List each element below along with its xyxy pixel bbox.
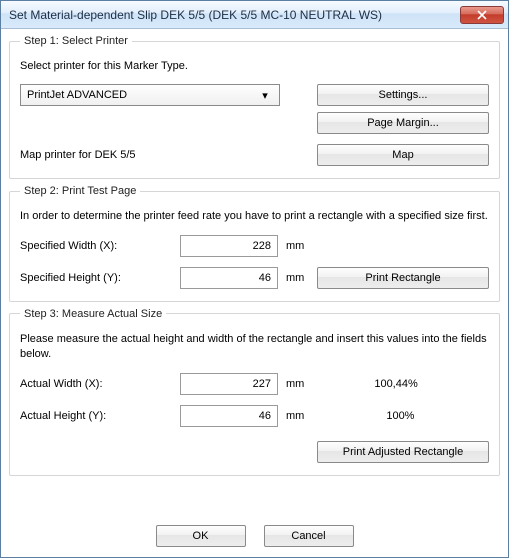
window-title: Set Material-dependent Slip DEK 5/5 (DEK…: [9, 8, 460, 22]
printer-select-value: PrintJet ADVANCED: [27, 89, 257, 101]
unit-label: mm: [286, 410, 304, 422]
close-icon: [477, 10, 487, 20]
unit-label: mm: [286, 240, 304, 252]
spec-height-label: Specified Height (Y):: [20, 272, 180, 284]
step3-legend: Step 3: Measure Actual Size: [20, 308, 166, 320]
print-adjusted-rectangle-button[interactable]: Print Adjusted Rectangle: [317, 441, 489, 463]
spec-width-label: Specified Width (X):: [20, 240, 180, 252]
step2-instruction: In order to determine the printer feed r…: [20, 209, 489, 224]
spec-width-input[interactable]: [180, 235, 278, 257]
print-rectangle-button[interactable]: Print Rectangle: [317, 267, 489, 289]
map-button[interactable]: Map: [317, 144, 489, 166]
step1-legend: Step 1: Select Printer: [20, 35, 132, 47]
step1-instruction: Select printer for this Marker Type.: [20, 59, 489, 74]
actual-width-percent: 100,44%: [374, 378, 417, 390]
actual-width-input[interactable]: [180, 373, 278, 395]
actual-height-percent: 100%: [386, 410, 414, 422]
step3-instruction: Please measure the actual height and wid…: [20, 332, 489, 363]
actual-height-label: Actual Height (Y):: [20, 410, 180, 422]
printer-select[interactable]: PrintJet ADVANCED ▾: [20, 84, 280, 106]
actual-width-label: Actual Width (X):: [20, 378, 180, 390]
step2-frame: Step 2: Print Test Page In order to dete…: [9, 185, 500, 301]
step2-legend: Step 2: Print Test Page: [20, 185, 140, 197]
dialog-body: Step 1: Select Printer Select printer fo…: [1, 29, 508, 517]
unit-label: mm: [286, 272, 304, 284]
chevron-down-icon: ▾: [257, 89, 273, 102]
actual-height-input[interactable]: [180, 405, 278, 427]
page-margin-button[interactable]: Page Margin...: [317, 112, 489, 134]
map-printer-label: Map printer for DEK 5/5: [20, 149, 136, 161]
unit-label: mm: [286, 378, 304, 390]
ok-button[interactable]: OK: [156, 525, 246, 547]
close-button[interactable]: [460, 6, 504, 24]
bottom-bar: OK Cancel: [1, 517, 508, 557]
dialog-window: Set Material-dependent Slip DEK 5/5 (DEK…: [0, 0, 509, 558]
cancel-button[interactable]: Cancel: [264, 525, 354, 547]
spec-height-input[interactable]: [180, 267, 278, 289]
step1-frame: Step 1: Select Printer Select printer fo…: [9, 35, 500, 179]
titlebar: Set Material-dependent Slip DEK 5/5 (DEK…: [1, 1, 508, 29]
settings-button[interactable]: Settings...: [317, 84, 489, 106]
step3-frame: Step 3: Measure Actual Size Please measu…: [9, 308, 500, 476]
